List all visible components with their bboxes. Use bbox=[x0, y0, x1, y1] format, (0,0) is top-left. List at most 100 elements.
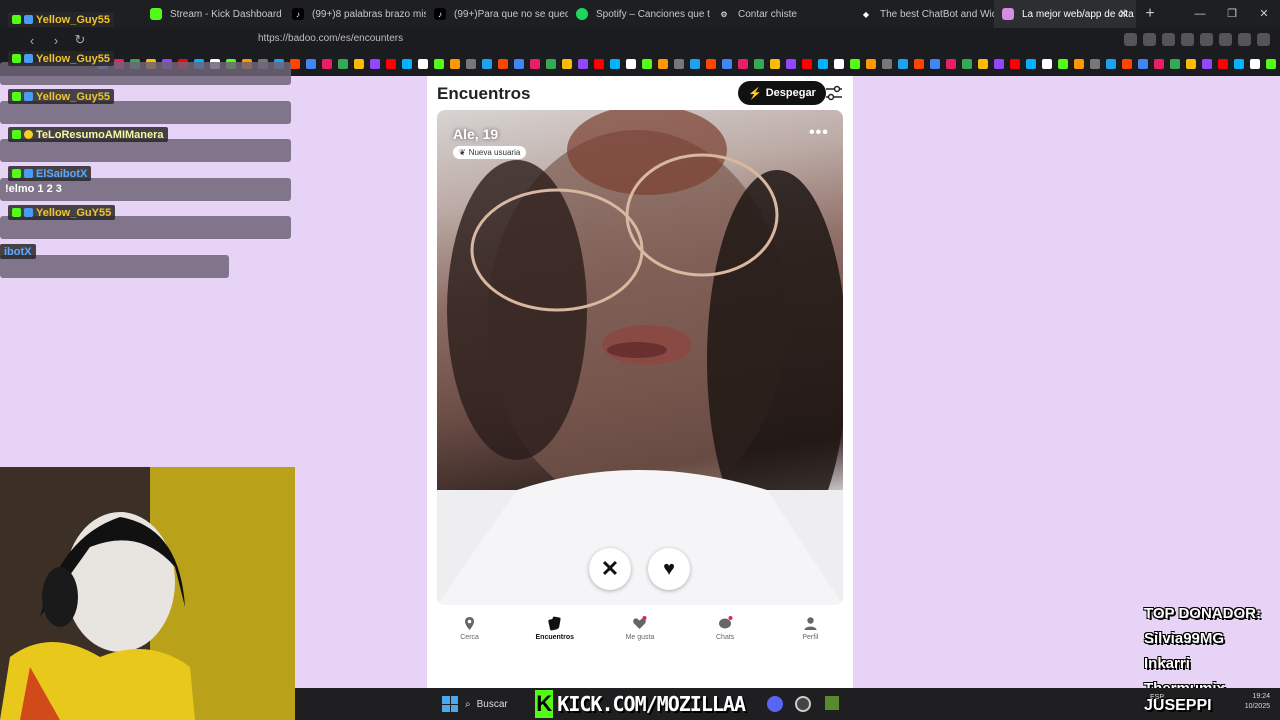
nav-encuentros[interactable]: Encuentros bbox=[525, 616, 585, 656]
bookmark-icon[interactable] bbox=[658, 59, 668, 69]
tab-contar-chiste[interactable]: ⚙ Contar chiste bbox=[710, 0, 852, 28]
profile-card[interactable]: Ale, 19 ❦ Nueva usuaria ••• ✕ ♥ bbox=[437, 110, 843, 605]
bookmark-icon[interactable] bbox=[370, 59, 380, 69]
tab-spotify[interactable]: Spotify – Canciones que te gu bbox=[568, 0, 710, 28]
bookmark-icon[interactable] bbox=[946, 59, 956, 69]
bookmark-icon[interactable] bbox=[722, 59, 732, 69]
more-options-icon[interactable]: ••• bbox=[809, 124, 829, 142]
bookmark-icon[interactable] bbox=[1170, 59, 1180, 69]
bookmark-icon[interactable] bbox=[930, 59, 940, 69]
bookmark-icon[interactable] bbox=[290, 59, 300, 69]
tab-chatbot[interactable]: ◆ The best ChatBot and Widgets bbox=[852, 0, 994, 28]
bookmark-icon[interactable] bbox=[626, 59, 636, 69]
bookmark-icon[interactable] bbox=[978, 59, 988, 69]
bookmark-icon[interactable] bbox=[834, 59, 844, 69]
bookmark-icon[interactable] bbox=[1154, 59, 1164, 69]
extension-icon[interactable] bbox=[1257, 33, 1270, 46]
bookmark-icon[interactable] bbox=[530, 59, 540, 69]
bookmark-icon[interactable] bbox=[770, 59, 780, 69]
bookmark-icon[interactable] bbox=[306, 59, 316, 69]
bookmark-icon[interactable] bbox=[322, 59, 332, 69]
bookmark-icon[interactable] bbox=[818, 59, 828, 69]
extension-icon[interactable] bbox=[1162, 33, 1175, 46]
bookmark-icon[interactable] bbox=[1250, 59, 1260, 69]
bookmark-icon[interactable] bbox=[466, 59, 476, 69]
nav-chats[interactable]: Chats bbox=[695, 616, 755, 656]
filter-icon[interactable] bbox=[825, 85, 843, 101]
dislike-button[interactable]: ✕ bbox=[589, 548, 631, 590]
bookmark-icon[interactable] bbox=[1058, 59, 1068, 69]
extension-icon[interactable] bbox=[1181, 33, 1194, 46]
bookmark-icon[interactable] bbox=[706, 59, 716, 69]
like-button[interactable]: ♥ bbox=[648, 548, 690, 590]
bookmark-icon[interactable] bbox=[1010, 59, 1020, 69]
bookmark-icon[interactable] bbox=[402, 59, 412, 69]
bookmark-icon[interactable] bbox=[866, 59, 876, 69]
bookmark-icon[interactable] bbox=[450, 59, 460, 69]
close-tab-icon[interactable]: ✕ bbox=[1119, 7, 1128, 20]
bookmark-icon[interactable] bbox=[1266, 59, 1276, 69]
bookmark-icon[interactable] bbox=[962, 59, 972, 69]
tab-kick-dashboard[interactable]: Stream - Kick Dashboard bbox=[142, 0, 284, 28]
despegar-button[interactable]: ⚡ Despegar bbox=[738, 81, 826, 105]
bookmark-icon[interactable] bbox=[1138, 59, 1148, 69]
bookmark-icon[interactable] bbox=[562, 59, 572, 69]
nav-me-gusta[interactable]: Me gusta bbox=[610, 616, 670, 656]
taskbar-search[interactable]: ⌕ Buscar bbox=[465, 694, 535, 714]
bookmark-icon[interactable] bbox=[594, 59, 604, 69]
bookmark-icon[interactable] bbox=[754, 59, 764, 69]
bookmark-icon[interactable] bbox=[1202, 59, 1212, 69]
bookmark-icon[interactable] bbox=[546, 59, 556, 69]
extension-icon[interactable] bbox=[1238, 33, 1251, 46]
bookmark-icon[interactable] bbox=[610, 59, 620, 69]
bookmark-icon[interactable] bbox=[1218, 59, 1228, 69]
bookmark-icon[interactable] bbox=[418, 59, 428, 69]
bookmark-icon[interactable] bbox=[994, 59, 1004, 69]
discord-icon[interactable] bbox=[767, 696, 783, 712]
windows-start-icon[interactable] bbox=[442, 696, 458, 712]
extension-icon[interactable] bbox=[1200, 33, 1213, 46]
back-icon[interactable]: ‹ bbox=[20, 33, 44, 48]
forward-icon[interactable]: › bbox=[44, 33, 68, 48]
bookmark-icon[interactable] bbox=[498, 59, 508, 69]
extension-icon[interactable] bbox=[1143, 33, 1156, 46]
minecraft-icon[interactable] bbox=[825, 696, 839, 710]
bookmark-icon[interactable] bbox=[514, 59, 524, 69]
minimize-icon[interactable]: — bbox=[1184, 0, 1216, 28]
bookmark-icon[interactable] bbox=[674, 59, 684, 69]
extension-icon[interactable] bbox=[1124, 33, 1137, 46]
tab-tiktok-1[interactable]: ♪ (99+)8 palabras brazo miserab bbox=[284, 0, 426, 28]
url-field[interactable]: https://badoo.com/es/encounters bbox=[258, 33, 403, 44]
extension-icon[interactable] bbox=[1219, 33, 1232, 46]
nav-perfil[interactable]: Perfil bbox=[780, 616, 840, 656]
close-window-icon[interactable]: ✕ bbox=[1248, 0, 1280, 28]
maximize-icon[interactable]: ❐ bbox=[1216, 0, 1248, 28]
bookmark-icon[interactable] bbox=[386, 59, 396, 69]
bookmark-icon[interactable] bbox=[882, 59, 892, 69]
bookmark-icon[interactable] bbox=[1122, 59, 1132, 69]
bookmark-icon[interactable] bbox=[914, 59, 924, 69]
new-tab-button[interactable]: + bbox=[1136, 5, 1164, 23]
bookmark-icon[interactable] bbox=[1186, 59, 1196, 69]
bookmark-icon[interactable] bbox=[898, 59, 908, 69]
bookmark-icon[interactable] bbox=[738, 59, 748, 69]
reload-icon[interactable]: ↻ bbox=[68, 32, 92, 48]
bookmark-icon[interactable] bbox=[338, 59, 348, 69]
bookmark-icon[interactable] bbox=[1234, 59, 1244, 69]
bookmark-icon[interactable] bbox=[850, 59, 860, 69]
bookmark-icon[interactable] bbox=[690, 59, 700, 69]
bookmark-icon[interactable] bbox=[786, 59, 796, 69]
bookmark-icon[interactable] bbox=[1106, 59, 1116, 69]
tab-badoo[interactable]: La mejor web/app de cita ✕ bbox=[994, 0, 1136, 28]
app-icon[interactable] bbox=[795, 696, 811, 712]
bookmark-icon[interactable] bbox=[578, 59, 588, 69]
bookmark-icon[interactable] bbox=[802, 59, 812, 69]
bookmark-icon[interactable] bbox=[1026, 59, 1036, 69]
bookmark-icon[interactable] bbox=[1042, 59, 1052, 69]
bookmark-icon[interactable] bbox=[1090, 59, 1100, 69]
bookmark-icon[interactable] bbox=[642, 59, 652, 69]
bookmark-icon[interactable] bbox=[482, 59, 492, 69]
bookmark-icon[interactable] bbox=[1074, 59, 1084, 69]
tab-tiktok-2[interactable]: ♪ (99+)Para que no se quedara bbox=[426, 0, 568, 28]
bookmark-icon[interactable] bbox=[434, 59, 444, 69]
